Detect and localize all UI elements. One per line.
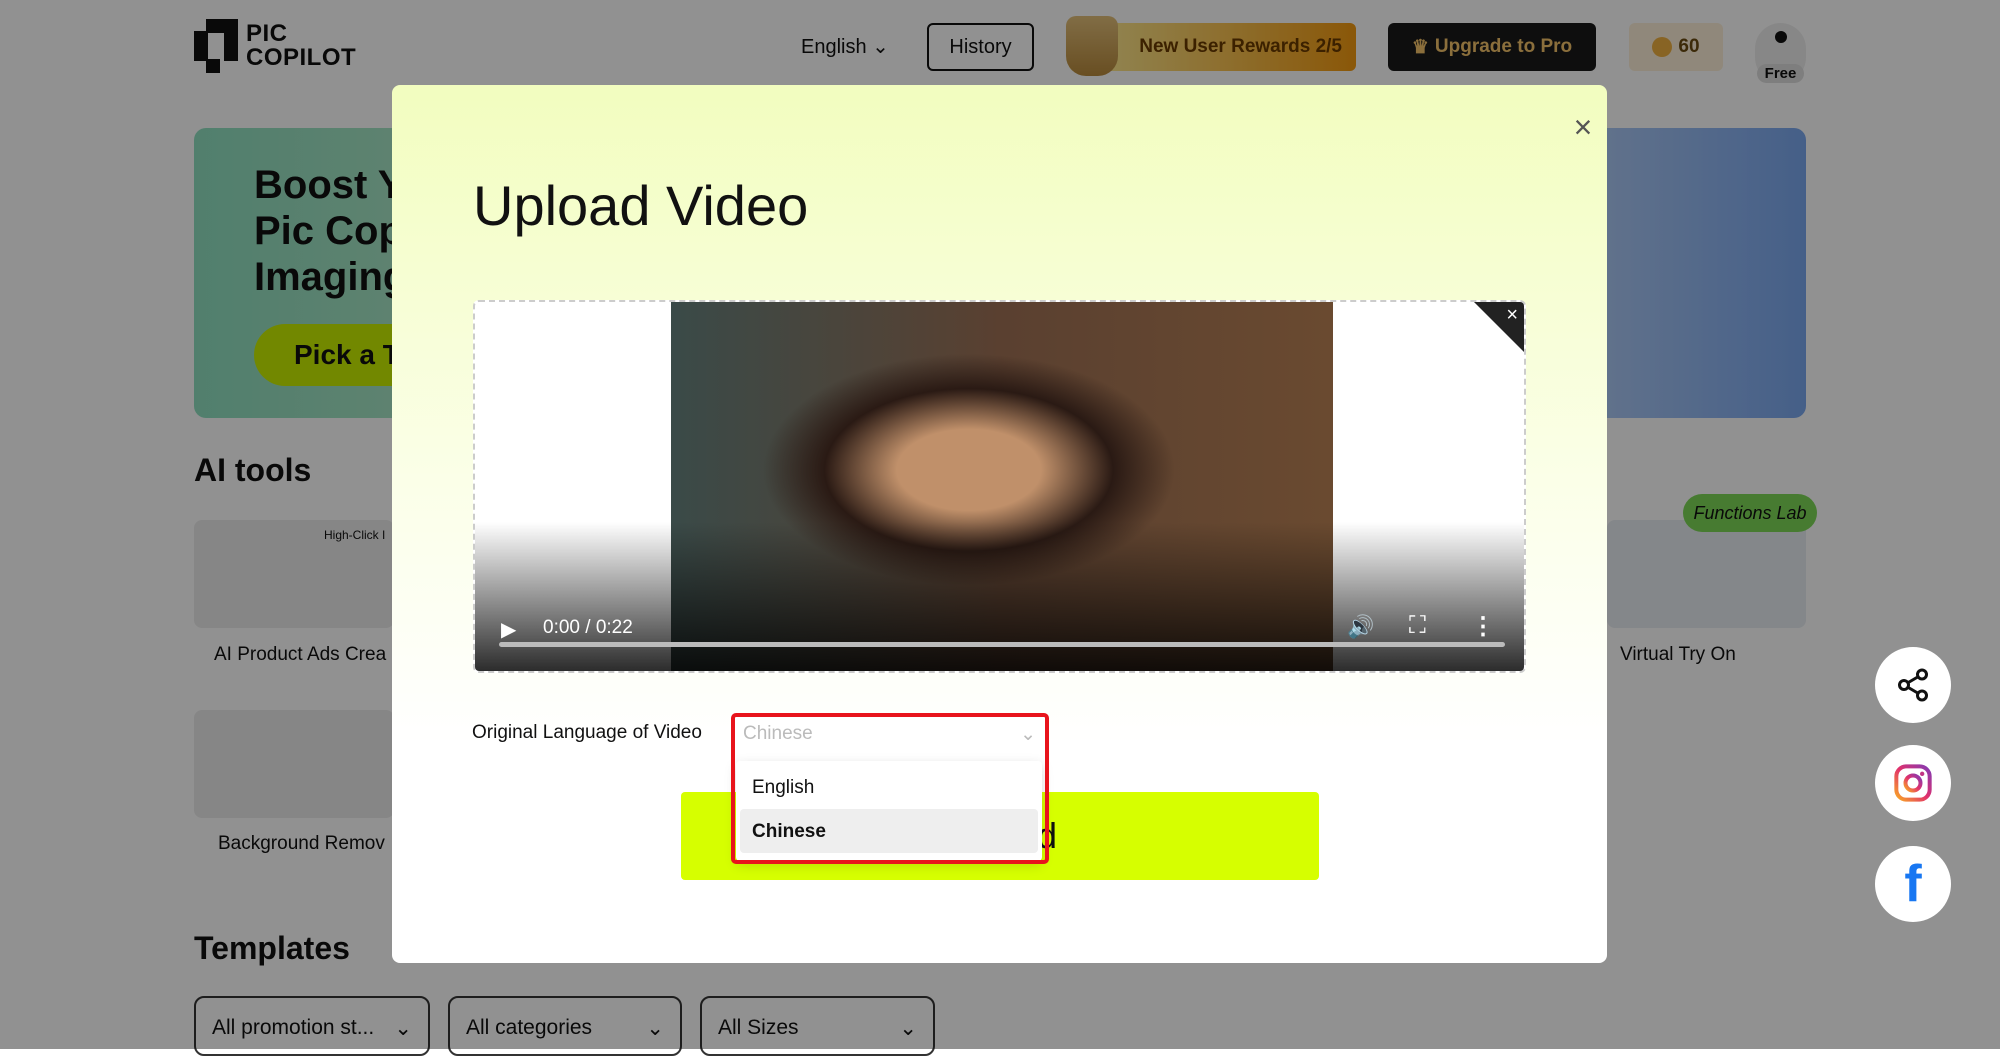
- facebook-icon: f: [1904, 855, 1922, 913]
- share-button[interactable]: [1875, 647, 1951, 723]
- modal-title: Upload Video: [473, 174, 809, 237]
- instagram-button[interactable]: [1875, 745, 1951, 821]
- close-icon[interactable]: ×: [1506, 304, 1518, 327]
- close-icon[interactable]: ×: [1569, 111, 1597, 143]
- video-preview[interactable]: × ▶ 0:00 / 0:22 🔊 ⛶ ⋮: [473, 300, 1526, 673]
- time-display: 0:00 / 0:22: [543, 617, 633, 638]
- share-icon: [1898, 668, 1928, 702]
- upload-video-modal: × Upload Video × ▶ 0:00 / 0:22 🔊 ⛶ ⋮ Ori…: [392, 85, 1607, 963]
- video-progress-bar[interactable]: [499, 642, 1505, 647]
- selected-language: Chinese: [743, 723, 813, 744]
- option-english[interactable]: English: [740, 765, 1038, 809]
- more-options-icon[interactable]: ⋮: [1471, 612, 1495, 641]
- language-label: Original Language of Video: [472, 722, 702, 743]
- instagram-icon: [1894, 764, 1932, 802]
- language-dropdown: English Chinese: [736, 761, 1042, 861]
- fullscreen-icon[interactable]: ⛶: [1409, 612, 1426, 640]
- chevron-down-icon: ⌄: [1020, 724, 1036, 745]
- option-chinese[interactable]: Chinese: [740, 809, 1038, 853]
- play-icon[interactable]: ▶: [501, 617, 516, 642]
- facebook-button[interactable]: f: [1875, 846, 1951, 922]
- language-select[interactable]: Chinese ⌄: [731, 714, 1048, 755]
- volume-icon[interactable]: 🔊: [1347, 614, 1374, 640]
